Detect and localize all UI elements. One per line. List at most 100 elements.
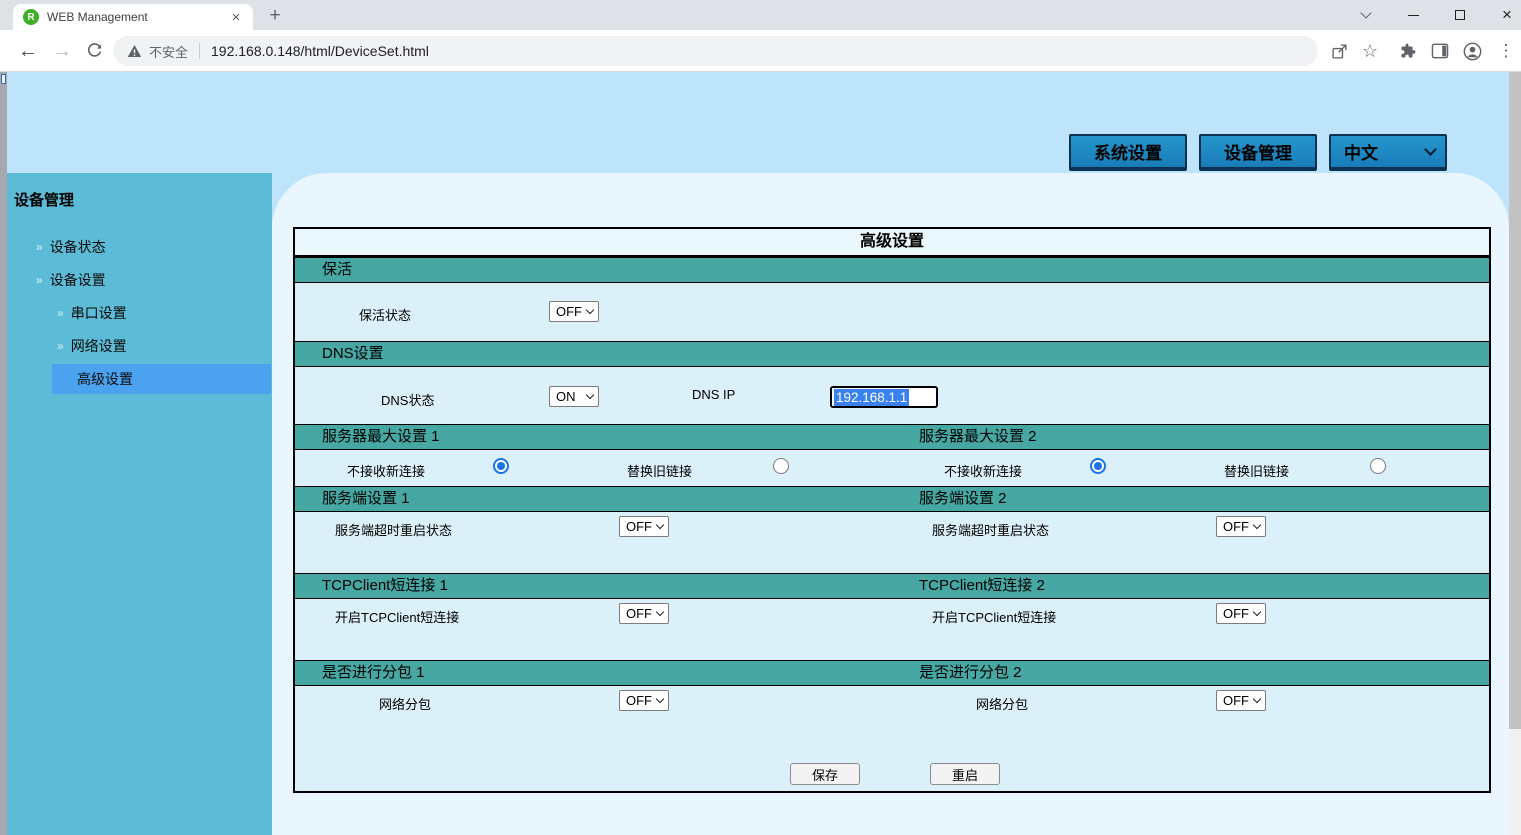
side-panel-icon[interactable] [1428,30,1452,72]
section-title-2: 服务器最大设置 2 [892,425,1489,449]
tab-search-chevron-icon[interactable] [1343,0,1389,30]
packet-split-select-2[interactable]: OFF [1216,690,1266,711]
section-title-2: TCPClient短连接 2 [892,574,1489,598]
no-new-connection-label: 不接收新连接 [347,461,425,480]
sidebar-item-label: 网络设置 [71,336,127,356]
tcp-client-select-1[interactable]: OFF [619,603,669,624]
new-tab-button[interactable]: + [262,3,288,29]
section-header-packet-split: 是否进行分包 1 是否进行分包 2 [295,660,1489,686]
select-value: OFF [626,519,652,534]
tcp-client-label: 开启TCPClient短连接 [932,607,1056,626]
packet-split-label: 网络分包 [379,694,431,713]
chevron-down-icon [1253,608,1261,616]
arrow-icon: » [36,273,43,287]
radio-replace-old-link-1[interactable] [773,458,789,474]
server-timeout-2: 服务端超时重启状态 OFF [892,512,1489,573]
chevron-down-icon [1253,695,1261,703]
tab-close-icon[interactable]: × [227,8,245,26]
arrow-icon: » [57,339,64,353]
chevron-down-icon [1424,143,1437,156]
not-secure-warning-icon [127,44,142,58]
browser-tab[interactable]: R WEB Management × [13,4,253,30]
sidebar-item-network-settings[interactable]: » 网络设置 [57,331,127,361]
url-text[interactable]: 192.168.0.148/html/DeviceSet.html [211,43,429,59]
tab-strip: R WEB Management × + × [0,0,1521,30]
security-label[interactable]: 不安全 [149,42,188,61]
back-button[interactable]: ← [14,30,42,72]
select-value: OFF [1223,606,1249,621]
tcp-client-select-2[interactable]: OFF [1216,603,1266,624]
action-buttons-row: 保存 重启 [295,744,1489,791]
packet-split-select-1[interactable]: OFF [619,690,669,711]
chevron-down-icon [656,695,664,703]
radio-no-new-connection-1[interactable] [493,458,509,474]
section-header-keepalive: 保活 [295,257,1489,283]
select-value: OFF [626,606,652,621]
server-timeout-label: 服务端超时重启状态 [335,520,452,539]
chevron-down-icon [656,608,664,616]
page-scrollbar[interactable] [1509,72,1521,835]
sidebar-title: 设备管理 [14,189,74,210]
forward-button[interactable]: → [48,30,76,72]
section-title: 保活 [295,258,1489,281]
section-title: DNS设置 [295,342,1489,365]
left-edge-strip [0,72,7,835]
chevron-down-icon [586,306,594,314]
keepalive-body: 保活状态 OFF [295,283,1489,341]
select-value: OFF [626,693,652,708]
system-settings-button[interactable]: 系统设置 [1069,134,1187,171]
extensions-puzzle-icon[interactable] [1396,30,1420,72]
radio-replace-old-link-2[interactable] [1370,458,1386,474]
web-page: 系统设置 设备管理 中文 设备管理 » 设备状态 » 设备设置 » 串口设置 »… [0,72,1521,835]
tcp-client-1: 开启TCPClient短连接 OFF [295,599,892,660]
server-max-1: 不接收新连接 替换旧链接 [295,450,892,486]
reload-button[interactable] [80,30,108,72]
sidebar-item-advanced-settings[interactable]: 高级设置 [52,364,271,394]
menu-dots-icon[interactable]: ⋮ [1494,30,1518,72]
browser-toolbar: ← → 不安全 192.168.0.148/html/DeviceSet.htm… [0,30,1521,72]
tcp-client-label: 开启TCPClient短连接 [335,607,459,626]
share-icon[interactable] [1327,30,1351,72]
section-title-1: 服务器最大设置 1 [295,425,892,449]
packet-split-1: 网络分包 OFF [295,686,892,744]
language-select[interactable]: 中文 [1329,134,1447,171]
restart-button[interactable]: 重启 [930,763,1000,785]
scrollbar-thumb[interactable] [1509,72,1521,729]
window-close-button[interactable]: × [1484,0,1521,30]
keepalive-status-label: 保活状态 [359,305,411,324]
server-timeout-body: 服务端超时重启状态 OFF 服务端超时重启状态 OFF [295,512,1489,573]
sidebar-item-serial-settings[interactable]: » 串口设置 [57,298,127,328]
section-title-1: TCPClient短连接 1 [295,574,892,598]
address-bar[interactable]: 不安全 192.168.0.148/html/DeviceSet.html [113,36,1318,66]
sidebar-item-device-status[interactable]: » 设备状态 [36,232,106,262]
server-max-body: 不接收新连接 替换旧链接 不接收新连接 替换旧链接 [295,450,1489,486]
tcp-client-body: 开启TCPClient短连接 OFF 开启TCPClient短连接 OFF [295,599,1489,660]
keepalive-status-select[interactable]: OFF [549,301,599,322]
save-button[interactable]: 保存 [790,763,860,785]
maximize-button[interactable] [1437,0,1483,30]
section-header-dns: DNS设置 [295,341,1489,367]
packet-split-2: 网络分包 OFF [892,686,1489,744]
url-separator [199,43,200,59]
dns-ip-value-selected: 192.168.1.1 [834,389,909,406]
server-timeout-select-1[interactable]: OFF [619,516,669,537]
server-max-2: 不接收新连接 替换旧链接 [892,450,1489,486]
device-management-button[interactable]: 设备管理 [1199,134,1317,171]
arrow-icon: » [36,240,43,254]
minimize-button[interactable] [1390,0,1436,30]
section-title-2: 服务端设置 2 [892,487,1489,511]
sidebar-item-device-settings[interactable]: » 设备设置 [36,265,106,295]
radio-no-new-connection-2[interactable] [1090,458,1106,474]
dns-ip-input[interactable]: 192.168.1.1 [830,386,938,408]
bookmark-star-icon[interactable]: ☆ [1358,30,1382,72]
main-panel: 高级设置 保活 保活状态 OFF DNS设置 DNS状态 ON [272,173,1509,835]
packet-split-body: 网络分包 OFF 网络分包 OFF [295,686,1489,744]
site-favicon-icon: R [23,9,39,25]
docked-app-icon [1,74,6,84]
tab-title: WEB Management [47,10,227,24]
section-header-server-timeout: 服务端设置 1 服务端设置 2 [295,486,1489,512]
dns-status-select[interactable]: ON [549,386,599,407]
server-timeout-select-2[interactable]: OFF [1216,516,1266,537]
section-header-tcp-client: TCPClient短连接 1 TCPClient短连接 2 [295,573,1489,599]
profile-avatar[interactable] [1460,30,1484,72]
